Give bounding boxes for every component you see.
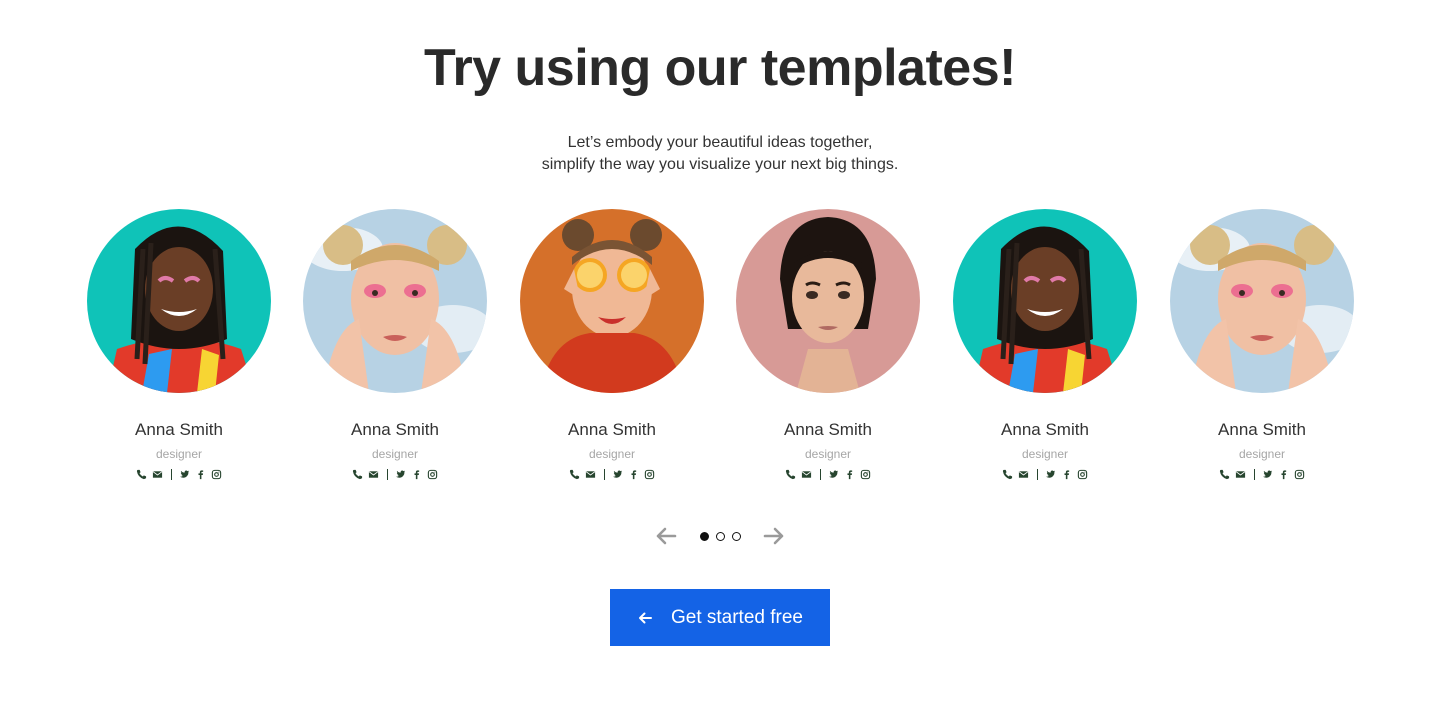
card-role: designer — [804, 447, 852, 461]
team-card[interactable]: Anna Smith designer — [520, 209, 704, 481]
team-card[interactable]: Anna Smith designer — [87, 209, 271, 481]
instagram-icon[interactable] — [644, 468, 656, 480]
card-name: Anna Smith — [135, 420, 223, 439]
card-role: designer — [1238, 447, 1286, 461]
subtitle-line-1: Let’s embody your beautiful ideas togeth… — [567, 134, 873, 151]
avatar — [1170, 209, 1354, 393]
arrow-left-icon[interactable] — [652, 522, 680, 550]
instagram-icon[interactable] — [860, 468, 872, 480]
facebook-icon[interactable] — [1278, 468, 1290, 480]
phone-icon[interactable] — [785, 468, 797, 480]
carousel-navigation — [652, 522, 788, 550]
twitter-icon[interactable] — [1262, 468, 1274, 480]
card-role: designer — [155, 447, 203, 461]
team-card[interactable]: Anna Smith designer — [736, 209, 920, 481]
card-name: Anna Smith — [1218, 420, 1306, 439]
phone-icon[interactable] — [569, 468, 581, 480]
divider — [386, 468, 388, 480]
instagram-icon[interactable] — [1077, 468, 1089, 480]
phone-icon[interactable] — [136, 468, 148, 480]
team-card[interactable]: Anna Smith designer — [1170, 209, 1354, 481]
twitter-icon[interactable] — [1045, 468, 1057, 480]
card-name: Anna Smith — [1001, 420, 1089, 439]
mail-icon[interactable] — [368, 468, 380, 480]
card-role: designer — [588, 447, 636, 461]
arrow-right-icon[interactable] — [760, 522, 788, 550]
facebook-icon[interactable] — [1061, 468, 1073, 480]
facebook-icon[interactable] — [195, 468, 207, 480]
phone-icon[interactable] — [1219, 468, 1231, 480]
mail-icon[interactable] — [1018, 468, 1030, 480]
social-links — [953, 467, 1137, 481]
card-role: designer — [1021, 447, 1069, 461]
social-links — [87, 467, 271, 481]
social-links — [1170, 467, 1354, 481]
team-card[interactable]: Anna Smith designer — [303, 209, 487, 481]
divider — [819, 468, 821, 480]
social-links — [303, 467, 487, 481]
avatar — [520, 209, 704, 393]
facebook-icon[interactable] — [411, 468, 423, 480]
avatar — [303, 209, 487, 393]
card-name: Anna Smith — [351, 420, 439, 439]
twitter-icon[interactable] — [828, 468, 840, 480]
carousel-dot-1[interactable] — [699, 531, 709, 541]
arrow-left-icon — [637, 610, 653, 626]
social-links — [520, 467, 704, 481]
card-name: Anna Smith — [568, 420, 656, 439]
card-role: designer — [371, 447, 419, 461]
divider — [170, 468, 172, 480]
divider — [1036, 468, 1038, 480]
twitter-icon[interactable] — [179, 468, 191, 480]
phone-icon[interactable] — [352, 468, 364, 480]
team-carousel: Anna Smith designer Anna Smith designer … — [87, 209, 1354, 489]
instagram-icon[interactable] — [427, 468, 439, 480]
twitter-icon[interactable] — [395, 468, 407, 480]
phone-icon[interactable] — [1002, 468, 1014, 480]
carousel-dots — [699, 531, 741, 541]
mail-icon[interactable] — [152, 468, 164, 480]
social-links — [736, 467, 920, 481]
facebook-icon[interactable] — [628, 468, 640, 480]
twitter-icon[interactable] — [612, 468, 624, 480]
instagram-icon[interactable] — [1294, 468, 1306, 480]
carousel-dot-2[interactable] — [715, 531, 725, 541]
facebook-icon[interactable] — [844, 468, 856, 480]
subtitle-line-2: simplify the way you visualize your next… — [541, 156, 899, 173]
instagram-icon[interactable] — [211, 468, 223, 480]
divider — [1253, 468, 1255, 480]
page-subtitle: Let’s embody your beautiful ideas togeth… — [0, 132, 1440, 176]
avatar — [87, 209, 271, 393]
card-name: Anna Smith — [784, 420, 872, 439]
avatar — [953, 209, 1137, 393]
mail-icon[interactable] — [585, 468, 597, 480]
carousel-dot-3[interactable] — [731, 531, 741, 541]
team-card[interactable]: Anna Smith designer — [953, 209, 1137, 481]
get-started-button[interactable]: Get started free — [610, 589, 830, 646]
page-title: Try using our templates! — [424, 39, 1016, 97]
mail-icon[interactable] — [1235, 468, 1247, 480]
avatar — [736, 209, 920, 393]
divider — [603, 468, 605, 480]
get-started-label: Get started free — [670, 606, 803, 628]
mail-icon[interactable] — [801, 468, 813, 480]
